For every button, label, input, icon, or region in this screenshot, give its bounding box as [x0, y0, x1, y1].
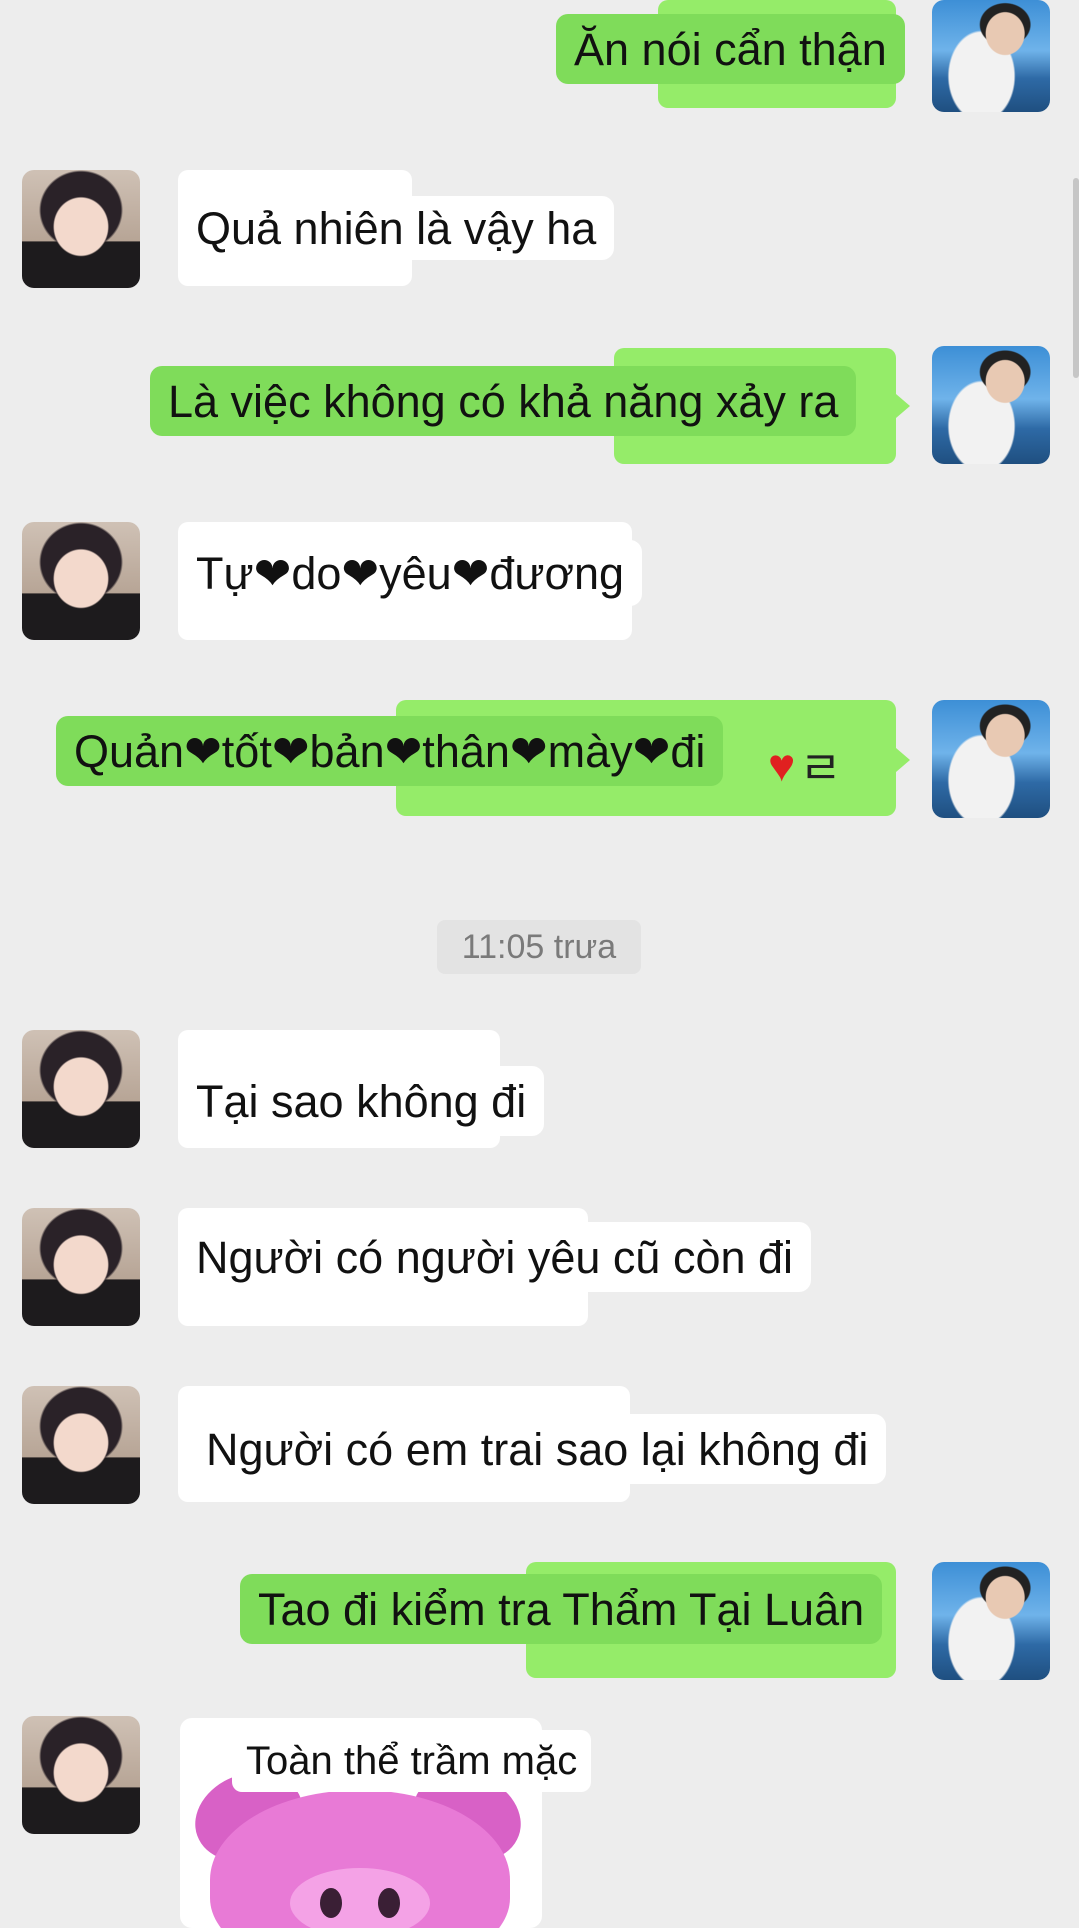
bubble-tail: [896, 748, 910, 772]
pig-nostril: [320, 1888, 342, 1918]
message-text: Là việc không có khả năng xảy ra: [168, 375, 839, 427]
my-avatar[interactable]: [932, 346, 1050, 464]
message-text: Người có em trai sao lại không đi: [206, 1423, 869, 1475]
message-text: Tự❤do❤yêu❤đương: [196, 547, 625, 599]
message-text: Tại sao không đi: [196, 1075, 527, 1127]
scrollbar-thumb[interactable]: [1073, 178, 1079, 378]
message-bubble-outgoing[interactable]: Ăn nói cẩn thận: [556, 14, 905, 84]
red-heart-icon: ♥: [768, 739, 796, 791]
bubble-tail: [896, 394, 910, 418]
message-bubble-outgoing[interactable]: Quản❤tốt❤bản❤thân❤mày❤đi: [56, 716, 724, 786]
message-bubble-incoming[interactable]: Quả nhiên là vậy ha: [178, 196, 615, 260]
message-text: Người có người yêu cũ còn đi: [196, 1231, 794, 1283]
contact-avatar[interactable]: [22, 1208, 140, 1326]
timestamp-divider: 11:05 trưa: [437, 920, 641, 974]
sticker-caption: Toàn thể trầm mặc: [232, 1730, 592, 1792]
message-bubble-incoming[interactable]: Người có em trai sao lại không đi: [188, 1414, 887, 1484]
contact-avatar[interactable]: [22, 170, 140, 288]
contact-avatar[interactable]: [22, 522, 140, 640]
contact-avatar[interactable]: [22, 1030, 140, 1148]
message-bubble-outgoing[interactable]: Là việc không có khả năng xảy ra: [150, 366, 857, 436]
message-text: Tao đi kiểm tra Thẩm Tại Luân: [258, 1583, 865, 1635]
contact-avatar[interactable]: [22, 1716, 140, 1834]
message-text: Quả nhiên là vậy ha: [196, 202, 597, 254]
message-bubble-incoming[interactable]: Tại sao không đi: [178, 1066, 545, 1136]
my-avatar[interactable]: [932, 0, 1050, 112]
message-text: Ăn nói cẩn thận: [574, 23, 887, 75]
message-bubble-incoming[interactable]: Tự❤do❤yêu❤đương: [178, 540, 643, 606]
my-avatar[interactable]: [932, 700, 1050, 818]
message-text: Quản❤tốt❤bản❤thân❤mày❤đi: [74, 725, 706, 777]
contact-avatar[interactable]: [22, 1386, 140, 1504]
message-bubble-incoming[interactable]: Người có người yêu cũ còn đi: [178, 1222, 812, 1292]
message-suffix-symbol: ㄹ: [799, 742, 842, 794]
message-bubble-outgoing[interactable]: Tao đi kiểm tra Thẩm Tại Luân: [240, 1574, 883, 1644]
my-avatar[interactable]: [932, 1562, 1050, 1680]
message-emoji-suffix: ♥ ㄹ: [768, 732, 842, 798]
pig-nostril: [378, 1888, 400, 1918]
